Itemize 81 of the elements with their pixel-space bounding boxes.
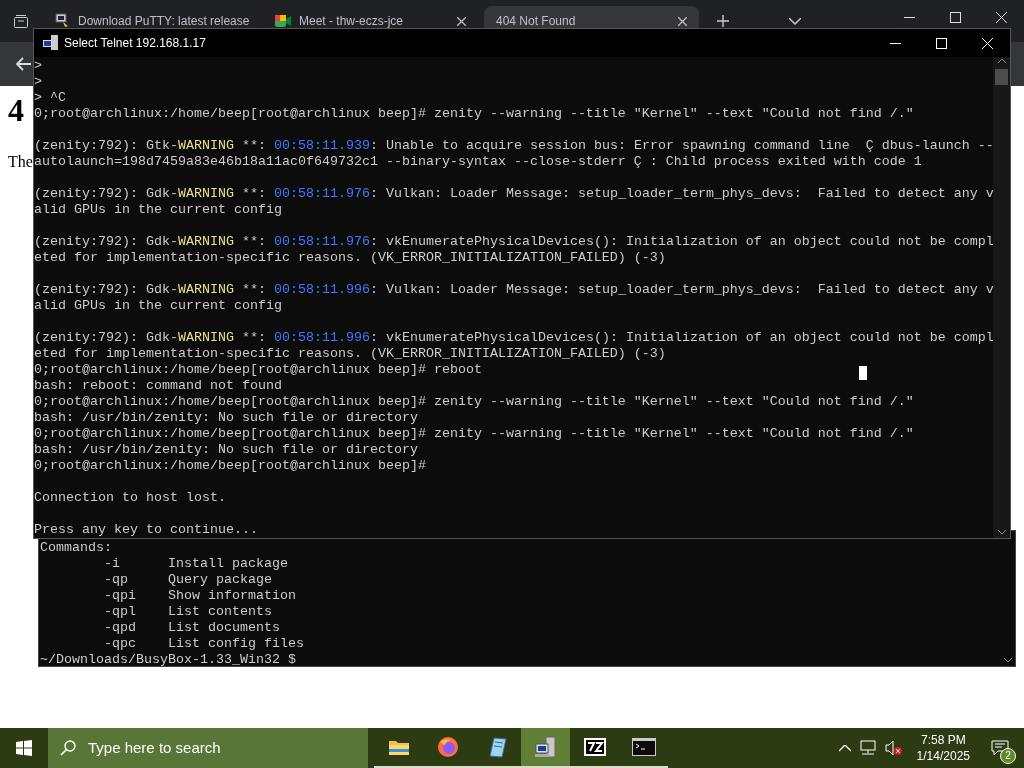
tab-title: Download PuTTY: latest release	[78, 14, 250, 28]
option-name: -qpc	[104, 636, 136, 651]
scroll-up-icon[interactable]	[997, 59, 1006, 64]
close-icon	[981, 37, 993, 49]
terminal-line: eted for implementation-specific reasons. (VK_ERROR_INITIALIZATION_FAILED) (-3)	[34, 250, 666, 266]
terminal-icon	[631, 738, 656, 756]
cursor	[859, 366, 867, 380]
option-description: List documents	[168, 620, 280, 636]
tab-title: 404 Not Found	[496, 14, 577, 28]
close-icon[interactable]	[678, 17, 687, 26]
terminal-line: bash: /usr/bin/zenity: No such file or directory	[34, 410, 418, 426]
option-description: Show information	[168, 588, 296, 604]
tab-search-icon[interactable]	[14, 14, 28, 28]
terminal-line: eted for implementation-specific reasons. (VK_ERROR_INITIALIZATION_FAILED) (-3)	[34, 346, 666, 362]
terminal-line: Press any key to continue...	[34, 522, 258, 538]
computers-icon	[533, 736, 558, 758]
terminal-line: 0;root@archlinux:/home/beep[root@archlinux beep]# zenity --warning --title "Kernel" --text "Could not find /."	[34, 106, 914, 122]
clock[interactable]: 7:58 PM 1/14/2025	[910, 732, 976, 764]
notification-button[interactable]: 2	[984, 728, 1016, 768]
window-title: Select Telnet 192.168.1.17	[64, 35, 206, 52]
chevron-up-icon[interactable]	[838, 744, 851, 752]
minimize-icon	[903, 16, 915, 18]
terminal-line: (zenity:792): Gdk-WARNING **: 00:58:11.976: vkEnumeratePhysicalDevices(): Initialization of an object could not be compl	[34, 234, 993, 250]
close-icon	[995, 11, 1007, 23]
windows-logo-icon	[16, 740, 32, 756]
option-description: Install package	[168, 556, 288, 572]
terminal-line: 0;root@archlinux:/home/beep[root@archlinux beep]# zenity --warning --title "Kernel" --text "Could not find /."	[34, 426, 914, 442]
terminal-line: > ^C	[34, 90, 66, 106]
search-field[interactable]: Type here to search	[48, 728, 368, 768]
option-name: -qpi	[104, 588, 136, 603]
terminal-line: 0;root@archlinux:/home/beep[root@archlinux beep]# reboot	[34, 362, 482, 378]
back-arrow-icon[interactable]	[15, 57, 31, 71]
terminal-line: 0;root@archlinux:/home/beep[root@archlinux beep]# zenity --warning --title "Kernel" --text "Could not find /."	[34, 394, 914, 410]
page-heading: 4	[8, 91, 25, 130]
scroll-down-icon[interactable]	[997, 530, 1006, 535]
terminal-line: bash: /usr/bin/zenity: No such file or directory	[34, 442, 418, 458]
browser-tab[interactable]: Download PuTTY: latest release	[42, 6, 257, 28]
notification-count: 2	[1000, 748, 1016, 764]
tab-title: Meet - thw-eczs-jce	[299, 14, 405, 28]
terminal-line: alid GPUs in the current config	[34, 298, 282, 314]
browser-tab[interactable]: 404 Not Found	[484, 6, 699, 28]
folder-icon	[387, 738, 410, 756]
terminal-line: (zenity:792): Gtk-WARNING **: 00:58:11.939: Unable to acquire session bus: Error spawning command line Ç dbus-launch --	[34, 138, 993, 154]
browser-tab[interactable]: Meet - thw-eczs-jce	[263, 6, 478, 28]
option-name: -i	[104, 556, 120, 571]
search-icon	[60, 740, 76, 756]
taskbar-app[interactable]	[521, 728, 570, 768]
scrollbar[interactable]	[993, 57, 1010, 538]
terminal-line: >	[34, 58, 42, 74]
terminal-line: (zenity:792): Gdk-WARNING **: 00:58:11.996: Vulkan: Loader Message: setup_loader_term_phys_devs: Failed to detect any v	[34, 282, 993, 298]
computers-icon	[42, 35, 60, 51]
archive-icon	[583, 738, 606, 756]
terminal-line: >	[34, 74, 42, 90]
terminal-line: (zenity:792): Gdk-WARNING **: 00:58:11.996: vkEnumeratePhysicalDevices(): Initialization of an object could not be compl	[34, 330, 993, 346]
maximize-icon	[949, 11, 961, 23]
chevron-down-icon[interactable]	[789, 17, 801, 25]
terminal-line: (zenity:792): Gdk-WARNING **: 00:58:11.976: Vulkan: Loader Message: setup_loader_term_phys_devs: Failed to detect any v	[34, 186, 993, 202]
terminal-line: autolaunch=198d7459a83e46b18a11ac0f649732c1 --binary-syntax --close-stderr Ç : Child process exited with code 1	[34, 154, 922, 170]
terminal-line: 0;root@archlinux:/home/beep[root@archlinux beep]#	[34, 458, 426, 474]
console-line: Commands:	[40, 540, 113, 556]
scroll-thumb[interactable]	[995, 69, 1008, 85]
muted-speaker-icon[interactable]	[884, 740, 903, 756]
console-prompt: ~/Downloads/BusyBox-1.33_Win32 $	[40, 652, 297, 668]
minimize-icon	[889, 42, 901, 44]
option-name: -qpd	[104, 620, 136, 635]
page-text: The	[8, 152, 33, 172]
video-camera-icon	[275, 14, 291, 28]
plus-icon[interactable]	[717, 15, 729, 27]
option-name: -qp	[104, 572, 128, 587]
close-icon[interactable]	[457, 17, 466, 26]
maximize-icon	[935, 37, 947, 49]
scroll-down-icon[interactable]	[1003, 658, 1012, 663]
option-description: List config files	[168, 636, 304, 652]
option-name: -qpl	[104, 604, 136, 619]
network-icon[interactable]	[858, 740, 877, 756]
option-description: Query package	[168, 572, 272, 588]
terminal-line: alid GPUs in the current config	[34, 202, 282, 218]
terminal-line: Connection to host lost.	[34, 490, 226, 506]
option-description: List contents	[168, 604, 272, 620]
browser-logo-icon	[436, 736, 459, 758]
terminal-line: bash: reboot: command not found	[34, 378, 282, 394]
